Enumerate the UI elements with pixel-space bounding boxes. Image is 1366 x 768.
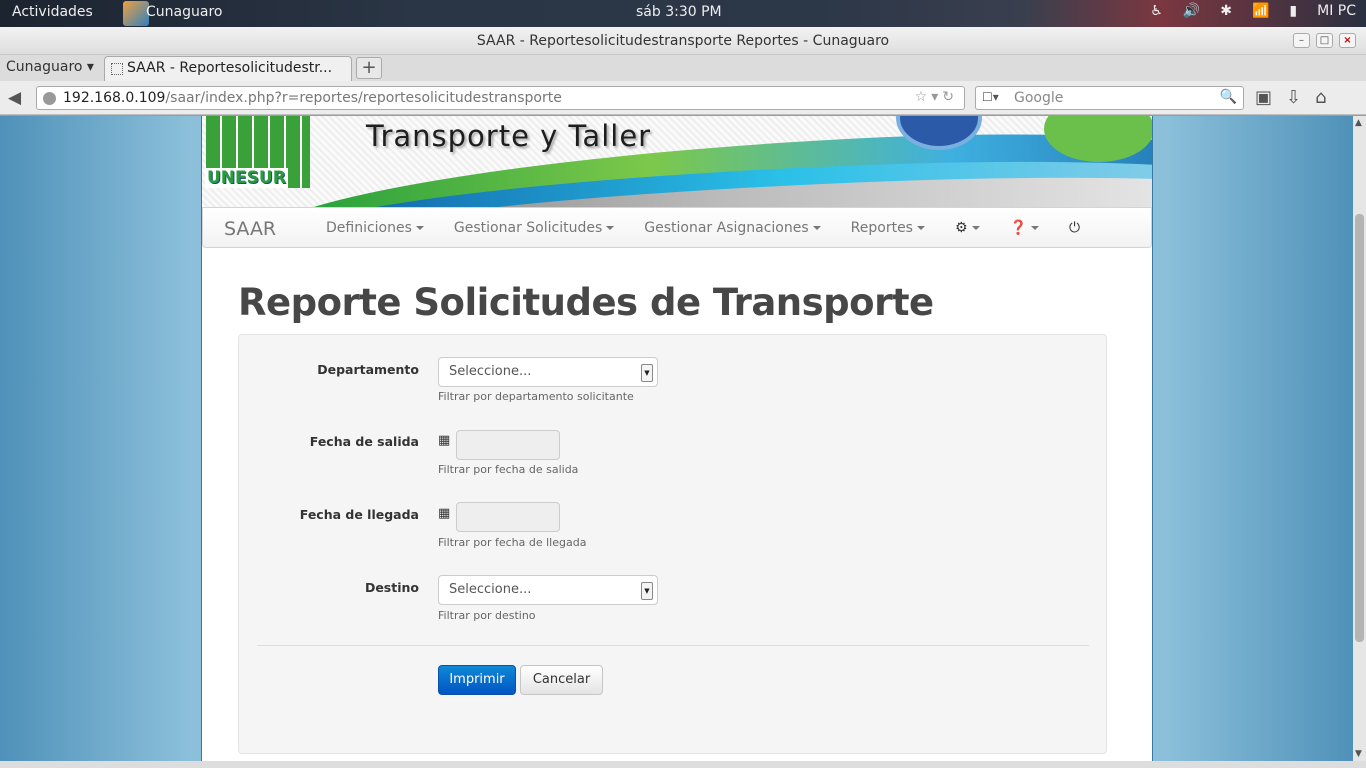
question-circle-icon: ❓ <box>1009 220 1027 236</box>
page-favicon-icon <box>111 63 123 75</box>
window-controls: – □ × <box>1293 33 1356 48</box>
window-titlebar: SAAR - Reportesolicitudestransporte Repo… <box>0 27 1366 55</box>
caret-down-icon <box>971 226 980 230</box>
status-strip <box>0 761 1366 768</box>
search-placeholder: Google <box>1014 90 1064 106</box>
page-container: UNESUR Transporte y Taller SAAR Definici… <box>201 116 1153 761</box>
nav-item-settings[interactable]: ⚙ <box>940 208 995 249</box>
tab-strip: Cunaguaro ▾ SAAR - Reportesolicitudestr.… <box>0 55 1366 81</box>
browser-tab[interactable]: SAAR - Reportesolicitudestr... <box>104 56 352 81</box>
nav-item-label: Reportes <box>850 220 913 236</box>
minimize-icon[interactable]: – <box>1293 33 1310 48</box>
caret-down-icon <box>812 226 821 230</box>
history-dropdown-icon[interactable]: ▾ <box>931 89 942 105</box>
home-icon[interactable]: ⌂ <box>1315 87 1326 108</box>
bluetooth-icon[interactable]: ✱ <box>1220 3 1232 19</box>
tab-group-label: Cunaguaro <box>6 59 83 75</box>
nav-item-logout[interactable]: ⏻ <box>1054 208 1095 249</box>
url-host: 192.168.0.109 <box>63 90 166 106</box>
power-off-icon: ⏻ <box>1068 220 1081 236</box>
gear-icon: ⚙ <box>954 220 968 236</box>
calendar-icon[interactable]: ▦ <box>438 506 450 521</box>
fecha-llegada-help: Filtrar por fecha de llegada <box>438 536 587 549</box>
url-actions: ☆▾↻ <box>915 89 958 105</box>
destino-select[interactable]: Seleccione... ▼ <box>438 575 658 605</box>
downloads-icon[interactable]: ⇩ <box>1286 87 1301 108</box>
scroll-up-icon[interactable]: ▲ <box>1355 118 1362 128</box>
page-viewport: UNESUR Transporte y Taller SAAR Definici… <box>0 116 1353 761</box>
nav-item-reportes[interactable]: Reportes <box>836 208 940 249</box>
cancel-button[interactable]: Cancelar <box>520 665 603 695</box>
form-divider <box>257 645 1089 646</box>
dropdown-arrow-icon: ▼ <box>641 582 653 600</box>
search-engine-icon[interactable]: ☐▾ <box>982 90 999 104</box>
nav-item-label: Definiciones <box>326 220 412 236</box>
destino-value: Seleccione... <box>449 582 532 597</box>
fecha-llegada-input[interactable] <box>456 502 560 532</box>
destino-label: Destino <box>364 580 419 595</box>
print-button[interactable]: Imprimir <box>438 665 516 695</box>
clock[interactable]: sáb 3:30 PM <box>636 4 722 20</box>
fecha-salida-label: Fecha de salida <box>309 434 419 449</box>
nav-item-label: Gestionar Asignaciones <box>644 220 809 236</box>
nav-item-label: Gestionar Solicitudes <box>453 220 603 236</box>
browser-navbar: ◀ 192.168.0.109/saar/index.php?r=reporte… <box>0 81 1366 115</box>
maximize-icon[interactable]: □ <box>1316 33 1333 48</box>
tab-title: SAAR - Reportesolicitudestr... <box>127 60 333 76</box>
reload-icon[interactable]: ↻ <box>942 89 958 105</box>
volume-icon[interactable]: 🔊 <box>1183 3 1200 19</box>
fecha-salida-input[interactable] <box>456 430 560 460</box>
url-path: /saar/index.php?r=reportes/reportesolici… <box>165 90 562 106</box>
scrollbar-thumb[interactable] <box>1355 214 1364 642</box>
fecha-salida-help: Filtrar por fecha de salida <box>438 463 579 476</box>
new-tab-button[interactable]: + <box>356 57 382 79</box>
dropdown-arrow-icon: ▼ <box>641 364 653 382</box>
app-menu[interactable]: Cunaguaro <box>146 4 222 20</box>
activities-button[interactable]: Actividades <box>12 4 93 20</box>
caret-down-icon <box>606 226 615 230</box>
nav-item-definiciones[interactable]: Definiciones <box>311 208 439 249</box>
destino-help: Filtrar por destino <box>438 609 536 622</box>
page-title: Reporte Solicitudes de Transporte <box>238 281 934 324</box>
departamento-help: Filtrar por departamento solicitante <box>438 390 634 403</box>
battery-icon[interactable]: ▮ <box>1289 3 1297 19</box>
bookmark-star-icon[interactable]: ☆ <box>915 89 932 105</box>
departamento-select[interactable]: Seleccione... ▼ <box>438 357 658 387</box>
report-form: Departamento Seleccione... ▼ Filtrar por… <box>238 334 1107 754</box>
page-scrollbar[interactable]: ▲ ▼ <box>1353 116 1366 761</box>
system-tray: ♿ 🔊 ✱ 📶 ▮ MI PC <box>1150 3 1356 19</box>
nav-item-gestionar-solicitudes[interactable]: Gestionar Solicitudes <box>439 208 629 249</box>
caret-down-icon <box>415 226 424 230</box>
accessibility-icon[interactable]: ♿ <box>1150 3 1163 19</box>
window-title: SAAR - Reportesolicitudestransporte Repo… <box>476 33 890 49</box>
header-banner: UNESUR Transporte y Taller <box>202 116 1152 207</box>
scroll-down-icon[interactable]: ▼ <box>1355 749 1362 759</box>
search-icon[interactable]: 🔍 <box>1220 89 1237 105</box>
site-identity-icon[interactable] <box>43 92 56 105</box>
gnome-top-panel: Actividades Cunaguaro sáb 3:30 PM ♿ 🔊 ✱ … <box>0 0 1366 27</box>
banner-title: Transporte y Taller <box>366 119 652 153</box>
toolbar-icons: ▣ ⇩ ⌂ <box>1255 87 1327 108</box>
close-icon[interactable]: × <box>1339 33 1356 48</box>
tab-group-menu[interactable]: Cunaguaro ▾ <box>6 59 94 75</box>
caret-down-icon <box>916 226 925 230</box>
url-bar[interactable]: 192.168.0.109/saar/index.php?r=reportes/… <box>36 86 965 110</box>
nav-item-help[interactable]: ❓ <box>995 208 1054 249</box>
wifi-icon[interactable]: 📶 <box>1252 3 1269 19</box>
logo-text: UNESUR <box>205 168 288 188</box>
search-box[interactable]: ☐▾ Google 🔍 <box>975 86 1244 110</box>
departamento-value: Seleccione... <box>449 364 532 379</box>
brand-link[interactable]: SAAR <box>224 218 276 240</box>
nav-menu: Definiciones Gestionar Solicitudes Gesti… <box>311 208 1095 249</box>
departamento-label: Departamento <box>317 362 419 377</box>
back-icon[interactable]: ◀ <box>8 88 21 108</box>
user-menu[interactable]: MI PC <box>1317 3 1356 19</box>
main-navbar: SAAR Definiciones Gestionar Solicitudes … <box>202 207 1152 248</box>
nav-item-gestionar-asignaciones[interactable]: Gestionar Asignaciones <box>629 208 835 249</box>
calendar-icon[interactable]: ▦ <box>438 433 450 448</box>
caret-down-icon <box>1030 226 1039 230</box>
bookmarks-icon[interactable]: ▣ <box>1255 87 1272 108</box>
fecha-llegada-label: Fecha de llegada <box>299 507 419 522</box>
